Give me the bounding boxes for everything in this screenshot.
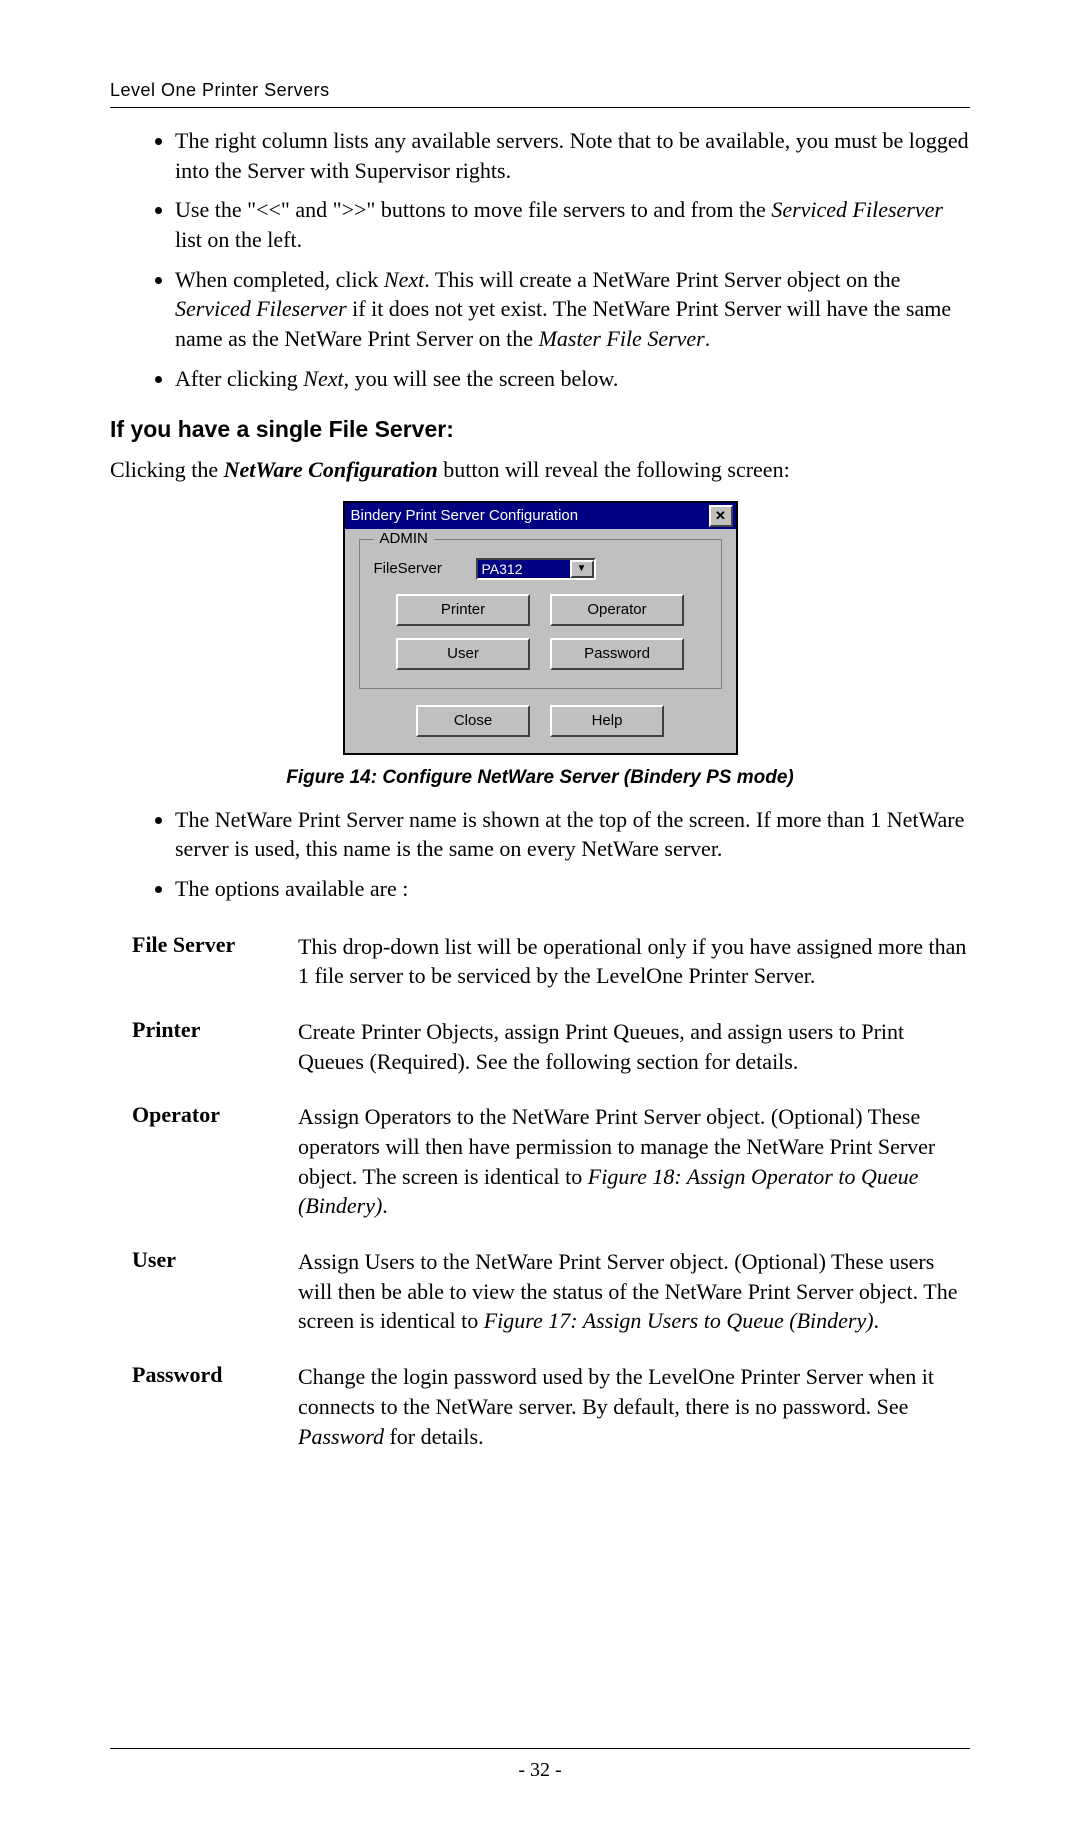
chevron-down-icon[interactable]: ▼ xyxy=(570,560,594,578)
intro-paragraph: Clicking the NetWare Configuration butto… xyxy=(110,457,970,483)
header-rule xyxy=(110,107,970,108)
list-item: When completed, click Next. This will cr… xyxy=(175,265,970,354)
definition-row: File Server This drop-down list will be o… xyxy=(132,932,970,991)
dialog-titlebar: Bindery Print Server Configuration ✕ xyxy=(343,501,738,529)
page: Level One Printer Servers The right colu… xyxy=(0,0,1080,1822)
definition-row: Printer Create Printer Objects, assign Pr… xyxy=(132,1017,970,1076)
fieldset-legend: ADMIN xyxy=(374,530,434,547)
definition-term: User xyxy=(132,1247,270,1336)
definition-desc: This drop-down list will be operational … xyxy=(298,932,970,991)
page-footer: - 32 - xyxy=(110,1730,970,1782)
definition-term: Printer xyxy=(132,1017,270,1076)
definition-desc: Assign Users to the NetWare Print Server… xyxy=(298,1247,970,1336)
fileserver-value: PA312 xyxy=(478,560,570,578)
bullet-list-top: The right column lists any available ser… xyxy=(110,126,970,394)
definition-term: Password xyxy=(132,1362,270,1451)
list-item: The options available are : xyxy=(175,874,970,904)
fileserver-dropdown[interactable]: PA312 ▼ xyxy=(476,558,596,580)
definition-row: User Assign Users to the NetWare Print Se… xyxy=(132,1247,970,1336)
running-header: Level One Printer Servers xyxy=(110,80,970,101)
definition-row: OperatorAssign Operators to the NetWare … xyxy=(132,1102,970,1221)
close-button[interactable]: Close xyxy=(416,705,530,737)
bullet-list-mid: The NetWare Print Server name is shown a… xyxy=(110,805,970,904)
admin-fieldset: ADMIN FileServer PA312 ▼ Printer Operato… xyxy=(359,539,722,689)
button-row-2: User Password xyxy=(374,638,707,670)
dialog-body: ADMIN FileServer PA312 ▼ Printer Operato… xyxy=(343,529,738,755)
fileserver-label: FileServer xyxy=(374,560,460,577)
close-icon[interactable]: ✕ xyxy=(709,505,733,527)
list-item: The right column lists any available ser… xyxy=(175,126,970,185)
figure-caption: Figure 14: Configure NetWare Server (Bin… xyxy=(110,767,970,789)
list-item: After clicking Next, you will see the sc… xyxy=(175,364,970,394)
user-button[interactable]: User xyxy=(396,638,530,670)
button-row-1: Printer Operator xyxy=(374,594,707,626)
page-number: - 32 - xyxy=(518,1759,561,1781)
figure-dialog: Bindery Print Server Configuration ✕ ADM… xyxy=(110,501,970,755)
definition-desc: Create Printer Objects, assign Print Que… xyxy=(298,1017,970,1076)
fileserver-row: FileServer PA312 ▼ xyxy=(374,558,707,580)
dialog-window: Bindery Print Server Configuration ✕ ADM… xyxy=(343,501,738,755)
list-item: Use the "<<" and ">>" buttons to move fi… xyxy=(175,195,970,254)
section-heading: If you have a single File Server: xyxy=(110,416,970,443)
definition-table: File Server This drop-down list will be o… xyxy=(132,932,970,1452)
definition-row: Password Change the login password used b… xyxy=(132,1362,970,1451)
definition-desc: Assign Operators to the NetWare Print Se… xyxy=(298,1102,970,1221)
footer-rule xyxy=(110,1748,970,1749)
help-button[interactable]: Help xyxy=(550,705,664,737)
definition-term: Operator xyxy=(132,1102,270,1221)
password-button[interactable]: Password xyxy=(550,638,684,670)
definition-term: File Server xyxy=(132,932,270,991)
dialog-title: Bindery Print Server Configuration xyxy=(351,507,579,524)
operator-button[interactable]: Operator xyxy=(550,594,684,626)
definition-desc: Change the login password used by the Le… xyxy=(298,1362,970,1451)
printer-button[interactable]: Printer xyxy=(396,594,530,626)
list-item: The NetWare Print Server name is shown a… xyxy=(175,805,970,864)
button-row-bottom: Close Help xyxy=(359,705,722,737)
